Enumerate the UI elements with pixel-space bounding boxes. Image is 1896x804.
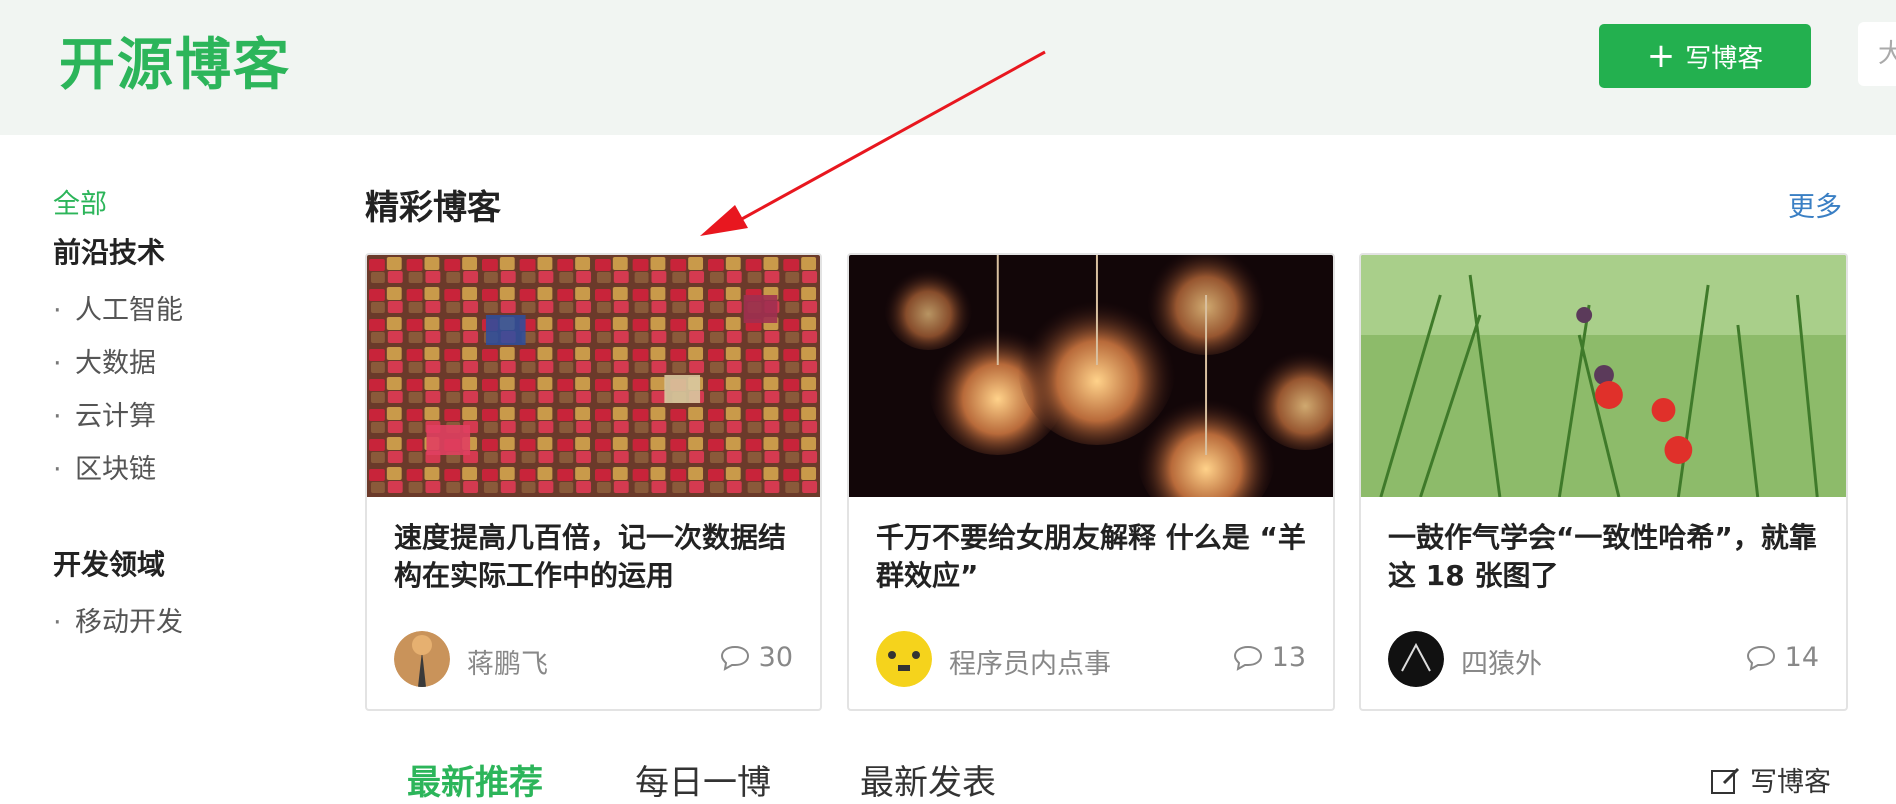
author-name[interactable]: 程序员内点事 (949, 642, 1111, 681)
sidebar-item-label: 区块链 (75, 454, 156, 485)
comment-count-value: 30 (758, 642, 793, 673)
featured-section-title: 精彩博客 (365, 188, 501, 228)
sidebar-item-all[interactable]: 全部 (53, 182, 107, 221)
author-name[interactable]: 四猿外 (1461, 642, 1542, 681)
comment-count: 13 (1232, 642, 1306, 673)
sidebar-item-label: 移动开发 (75, 607, 183, 638)
comment-icon (1746, 645, 1775, 671)
site-logo[interactable]: 开源博客 (59, 20, 291, 101)
sidebar-item-label: 云计算 (75, 401, 156, 432)
bullet-icon: · (53, 607, 62, 638)
write-blog-link-label: 写博客 (1750, 767, 1831, 798)
write-blog-button[interactable]: + 写博客 (1599, 24, 1811, 88)
more-link[interactable]: 更多 (1788, 185, 1842, 224)
comment-count-value: 14 (1784, 642, 1819, 673)
card-title[interactable]: 速度提高几百倍，记一次数据结构在实际工作中的运用 (394, 519, 798, 595)
edit-icon (1711, 767, 1740, 794)
plus-icon: + (1646, 36, 1676, 76)
comment-icon (720, 645, 749, 671)
comment-count: 14 (1745, 642, 1819, 673)
comment-count-value: 13 (1271, 642, 1306, 673)
card-image-bulbs (849, 255, 1333, 497)
avatar[interactable] (394, 631, 450, 687)
card-image-flowers (1361, 255, 1846, 497)
sidebar-category-dev[interactable]: 开发领域 (53, 543, 165, 583)
write-blog-label: 写博客 (1685, 43, 1764, 74)
sidebar-item-bigdata[interactable]: · 大数据 (53, 341, 156, 380)
bullet-icon: · (53, 295, 62, 326)
card-title[interactable]: 一鼓作气学会“一致性哈希”，就靠这 18 张图了 (1388, 519, 1824, 595)
tab-daily-blog[interactable]: 每日一博 (635, 755, 771, 804)
sidebar-item-ai[interactable]: · 人工智能 (53, 288, 183, 327)
bullet-icon: · (53, 454, 62, 485)
sidebar-item-label: 大数据 (75, 348, 156, 379)
sidebar-category-frontier[interactable]: 前沿技术 (53, 231, 165, 271)
comment-icon (1233, 645, 1262, 671)
blog-card[interactable]: 千万不要给女朋友解释 什么是 “羊群效应” 程序员内点事 13 (847, 253, 1335, 711)
main-content: 全部 前沿技术 · 人工智能 · 大数据 · 云计算 · 区块链 开发领域 · 移动开发 … (10, 135, 1896, 803)
card-title[interactable]: 千万不要给女朋友解释 什么是 “羊群效应” (876, 519, 1311, 595)
tab-latest-published[interactable]: 最新发表 (860, 755, 996, 804)
author-name[interactable]: 蒋鹏飞 (467, 642, 548, 681)
comment-count: 30 (719, 642, 793, 673)
bullet-icon: · (53, 348, 62, 379)
sidebar-item-label: 人工智能 (75, 295, 183, 326)
sidebar-item-mobile[interactable]: · 移动开发 (53, 600, 183, 639)
avatar[interactable] (876, 631, 932, 687)
sidebar-item-blockchain[interactable]: · 区块链 (53, 447, 156, 486)
search-input[interactable]: 大 (1858, 22, 1896, 86)
card-image-padlocks (367, 255, 820, 497)
tab-latest-recommended[interactable]: 最新推荐 (407, 755, 543, 804)
avatar[interactable] (1388, 631, 1444, 687)
write-blog-link[interactable]: 写博客 (1710, 760, 1831, 799)
top-header: 开源博客 + 写博客 大 (0, 0, 1896, 135)
sidebar-item-cloud[interactable]: · 云计算 (53, 394, 156, 433)
bullet-icon: · (53, 401, 62, 432)
blog-card[interactable]: 速度提高几百倍，记一次数据结构在实际工作中的运用 蒋鹏飞 30 (365, 253, 822, 711)
blog-card[interactable]: 一鼓作气学会“一致性哈希”，就靠这 18 张图了 四猿外 14 (1359, 253, 1848, 711)
